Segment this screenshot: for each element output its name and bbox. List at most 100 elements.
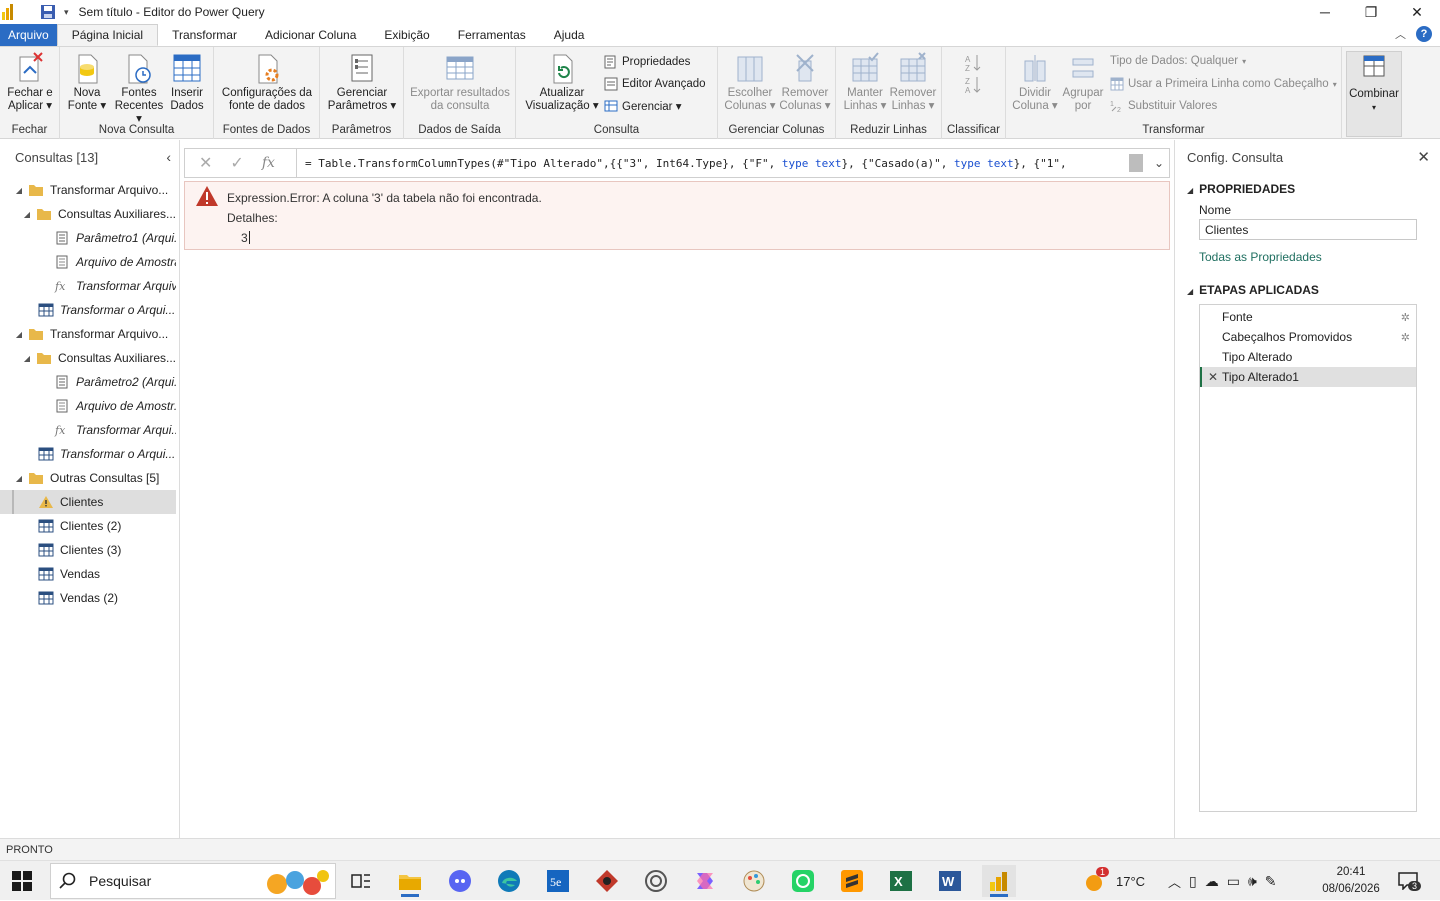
word-icon[interactable]: W [933,865,967,897]
collapse-ribbon-icon[interactable]: ︿ [1395,26,1406,42]
red-app-icon[interactable] [590,865,624,897]
edge-icon[interactable] [492,865,526,897]
cancel-formula-icon[interactable]: ✕ [199,153,212,173]
error-details-value[interactable]: 3 [241,231,250,245]
exportar-resultados-button[interactable]: Exportar resultados da consulta [408,51,512,113]
tipo-dados-dropdown[interactable]: Tipo de Dados: Qualquer ▾ [1110,55,1246,67]
substituir-valores-button[interactable]: 12 Substituir Valores [1110,99,1217,113]
help-icon[interactable]: ? [1416,26,1432,42]
pen-icon[interactable]: ✎ [1265,873,1277,890]
save-icon[interactable] [40,4,56,20]
tab-transformar[interactable]: Transformar [158,24,251,46]
5e-app-icon[interactable]: 5e [541,865,575,897]
expand-arrow-icon[interactable]: ◢ [14,186,24,195]
expand-arrow-icon[interactable]: ◢ [22,354,32,363]
discord-icon[interactable] [443,865,477,897]
close-window-button[interactable]: ✕ [1394,0,1440,24]
sort-descending-button[interactable]: ZA [964,75,982,95]
minimize-button[interactable]: ─ [1302,0,1348,24]
sublime-icon[interactable] [835,865,869,897]
query-item[interactable]: Clientes (3) [0,538,176,562]
atualizar-visualizacao-button[interactable]: Atualizar Visualização ▾ [522,51,602,113]
manter-linhas-button[interactable]: Manter Linhas ▾ [840,51,890,113]
powerbi-taskbar-icon[interactable] [982,865,1016,897]
paint-icon[interactable] [737,865,771,897]
cloud-icon[interactable]: ☁ [1205,873,1219,890]
close-icon[interactable]: ✕ [1417,148,1430,166]
tab-ferramentas[interactable]: Ferramentas [444,24,540,46]
formula-scrollbar[interactable] [1129,154,1143,172]
step-cabecalhos-promovidos[interactable]: Cabeçalhos Promovidos ✲ [1200,327,1416,347]
query-group[interactable]: ◢ Transformar Arquivo... [0,178,176,202]
fechar-aplicar-button[interactable]: Fechar e Aplicar ▾ [4,51,56,113]
remover-linhas-button[interactable]: Remover Linhas ▾ [888,51,938,113]
query-item[interactable]: Parâmetro2 (Arqui... [0,370,176,394]
tab-exibicao[interactable]: Exibição [370,24,443,46]
tab-adicionar-coluna[interactable]: Adicionar Coluna [251,24,370,46]
step-tipo-alterado1[interactable]: ✕ Tipo Alterado1 [1200,367,1416,387]
fx-icon[interactable]: fx [262,155,275,171]
copilot-icon[interactable] [688,865,722,897]
swirl-app-icon[interactable] [639,865,673,897]
whatsapp-icon[interactable] [786,865,820,897]
expand-formula-icon[interactable]: ⌄ [1149,156,1169,170]
primeira-linha-cabecalho-button[interactable]: Usar a Primeira Linha como Cabeçalho ▾ [1110,77,1337,91]
excel-icon[interactable]: X [884,865,918,897]
quick-access-dropdown-icon[interactable]: ▾ [64,7,69,18]
query-item[interactable]: Clientes [0,490,176,514]
delete-step-icon[interactable]: ✕ [1208,370,1218,384]
query-item[interactable]: Transformar o Arqui... [0,442,176,466]
query-item[interactable]: Vendas [0,562,176,586]
chevron-up-icon[interactable]: ︿ [1168,872,1181,891]
query-item[interactable]: fx Transformar Arqui... [0,418,176,442]
clock[interactable]: 20:41 08/06/2026 [1318,864,1384,898]
remover-colunas-button[interactable]: Remover Colunas ▾ [778,51,832,113]
applied-steps-section-title[interactable]: ◢ ETAPAS APLICADAS [1187,283,1319,297]
step-tipo-alterado[interactable]: Tipo Alterado [1200,347,1416,367]
network-icon[interactable]: ▭ [1227,873,1240,890]
escolher-colunas-button[interactable]: Escolher Colunas ▾ [722,51,778,113]
propriedades-button[interactable]: Propriedades [604,55,690,69]
query-item[interactable]: Clientes (2) [0,514,176,538]
commit-formula-icon[interactable]: ✓ [230,153,243,173]
editor-avancado-button[interactable]: Editor Avançado [604,77,706,91]
gear-icon[interactable]: ✲ [1401,311,1410,324]
collapse-panel-icon[interactable]: ‹ [166,149,171,165]
file-explorer-icon[interactable] [393,865,427,897]
inserir-dados-button[interactable]: Inserir Dados [166,51,208,113]
query-item[interactable]: Arquivo de Amostra [0,250,176,274]
query-group[interactable]: ◢ Consultas Auxiliares... [0,202,176,226]
task-view-icon[interactable] [344,865,378,897]
agrupar-por-button[interactable]: Agrupar por [1060,51,1106,113]
tab-arquivo[interactable]: Arquivo [0,24,57,46]
gear-icon[interactable]: ✲ [1401,331,1410,344]
dividir-coluna-button[interactable]: Dividir Coluna ▾ [1010,51,1060,113]
gerenciar-parametros-button[interactable]: Gerenciar Parâmetros ▾ [324,51,400,113]
nova-fonte-button[interactable]: Nova Fonte ▾ [64,51,110,113]
query-item[interactable]: fx Transformar Arquivo [0,274,176,298]
all-properties-link[interactable]: Todas as Propriedades [1199,250,1322,264]
query-group[interactable]: ◢ Outras Consultas [5] [0,466,176,490]
notification-center[interactable]: 3 [1398,861,1422,901]
expand-arrow-icon[interactable]: ◢ [22,210,32,219]
step-fonte[interactable]: Fonte ✲ [1200,307,1416,327]
fontes-recentes-button[interactable]: Fontes Recentes ▾ [114,51,164,126]
tab-pagina-inicial[interactable]: Página Inicial [56,24,159,46]
tab-ajuda[interactable]: Ajuda [540,24,599,46]
query-item[interactable]: Transformar o Arqui... [0,298,176,322]
gerenciar-button[interactable]: Gerenciar ▾ [604,99,681,113]
properties-section-title[interactable]: ◢ PROPRIEDADES [1187,182,1295,196]
expand-arrow-icon[interactable]: ◢ [14,474,24,483]
query-item[interactable]: Vendas (2) [0,586,176,610]
query-item[interactable]: Parâmetro1 (Arqui... [0,226,176,250]
weather-widget[interactable]: 1 17°C [1084,861,1145,901]
combinar-button[interactable]: Combinar ▾ [1349,52,1399,114]
taskbar-search[interactable]: Pesquisar [50,863,336,899]
query-name-input[interactable] [1199,219,1417,240]
maximize-button[interactable]: ❐ [1348,0,1394,24]
windows-start-icon[interactable] [12,871,32,891]
query-item[interactable]: Arquivo de Amostr... [0,394,176,418]
formula-input[interactable]: = Table.TransformColumnTypes(#"Tipo Alte… [297,157,1129,170]
expand-arrow-icon[interactable]: ◢ [14,330,24,339]
battery-icon[interactable]: ▯ [1189,873,1197,890]
